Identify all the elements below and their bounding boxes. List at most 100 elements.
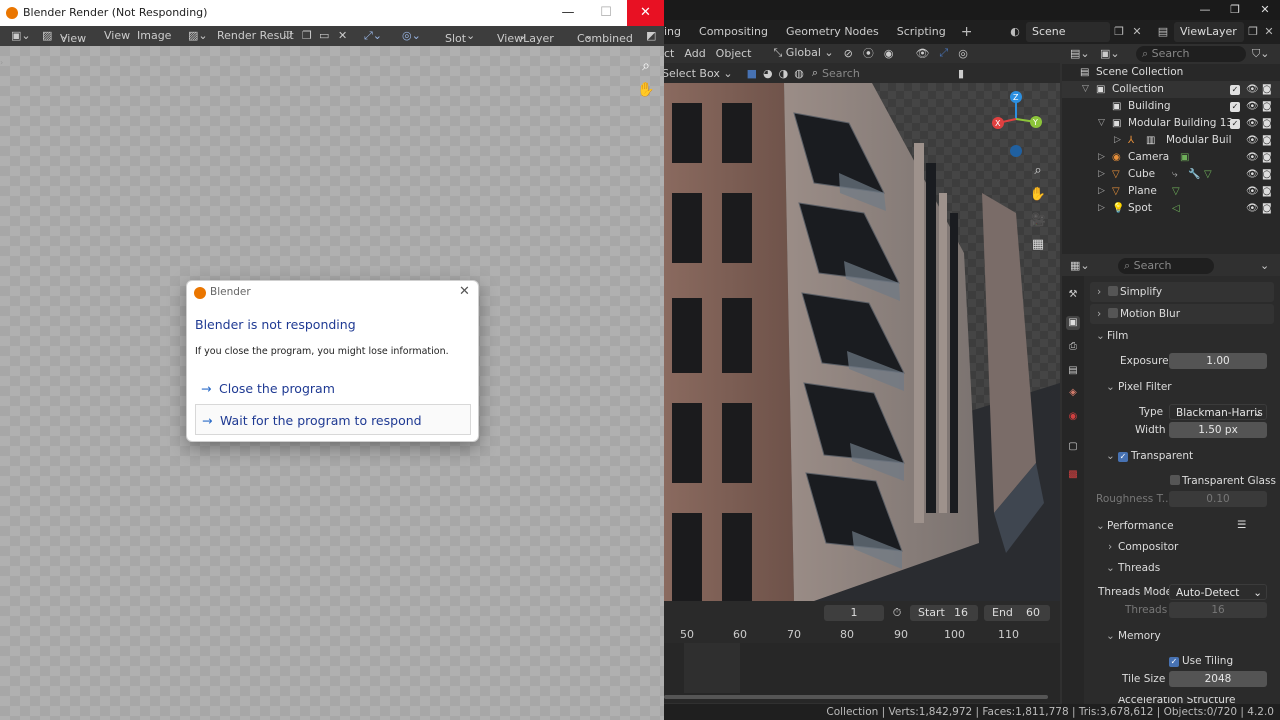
outliner-editor-icon[interactable]: ▤⌄ (1070, 47, 1090, 60)
threads-label[interactable]: Threads (1118, 562, 1160, 574)
chevron-right-icon[interactable]: ▷ (1098, 149, 1105, 166)
list-icon[interactable]: ☰ (1237, 519, 1246, 531)
stopwatch-icon[interactable]: ⏱ (890, 605, 904, 621)
snap-icon[interactable]: ⦿ (863, 45, 874, 61)
view-layer-icon[interactable]: ▤ (1154, 22, 1172, 42)
orientation-dropdown[interactable]: ⤡ Global ⌄ (774, 46, 834, 60)
chevron-down-icon[interactable]: ⌄ (1096, 330, 1105, 342)
open-folder-icon[interactable]: ▭ (319, 29, 329, 42)
view-layer-dropdown[interactable]: ViewLayer ⌄ (497, 29, 554, 45)
timeline-scrollbar[interactable] (664, 695, 1048, 699)
camera-render-icon[interactable]: ◙ (1262, 115, 1272, 132)
proportional-edit-icon[interactable]: ◉ (884, 47, 894, 60)
camera-view-icon[interactable]: 🎥 (1028, 211, 1048, 231)
eye-icon[interactable]: 👁 (1246, 115, 1259, 132)
camera-render-icon[interactable]: ◙ (1262, 149, 1272, 166)
list-item[interactable]: ▽ ▣ Collection ✓ 👁 ◙ (1062, 81, 1280, 98)
shading-rendered-icon[interactable]: ◑ (779, 67, 789, 80)
memory-label[interactable]: Memory (1118, 630, 1161, 642)
wait-program-button[interactable]: → Wait for the program to respond (195, 404, 471, 435)
new-image-icon[interactable]: ❐ (302, 29, 312, 42)
image-browse-icon[interactable]: ▨⌄ (188, 29, 208, 42)
start-frame-field[interactable]: Start 16 (910, 605, 978, 621)
filter-type-dropdown[interactable]: Blackman-Harris ⌄ (1169, 404, 1267, 420)
compositor-label[interactable]: Compositor (1118, 541, 1178, 553)
tile-size-field[interactable]: 2048 (1169, 671, 1267, 687)
properties-editor-icon[interactable]: ▦⌄ (1070, 259, 1090, 272)
checkbox-transparent[interactable]: ✓ (1118, 450, 1128, 462)
tab-scripting[interactable]: Scripting (888, 20, 955, 44)
menu-image[interactable]: Image (137, 29, 171, 42)
menu-view[interactable]: View (104, 29, 130, 42)
outliner-search-input[interactable]: ⌕ Search (1136, 46, 1246, 62)
shading-solid-icon[interactable]: ■ (747, 67, 757, 80)
chevron-down-icon[interactable]: ⌄ (1260, 259, 1269, 272)
scene-selector[interactable]: Scene (1026, 22, 1110, 42)
slot-dropdown[interactable]: Slot 1 ⌄ (445, 29, 475, 58)
zoom-icon[interactable]: ⌕ (1028, 161, 1048, 181)
sidebar-toggle-icon[interactable]: › (0, 58, 3, 67)
fake-user-icon[interactable]: ⛉ (284, 29, 292, 43)
collection-tab-icon[interactable]: ▢ (1066, 440, 1080, 454)
scene-icon[interactable]: ◐ (1006, 22, 1024, 42)
end-frame-field[interactable]: End 60 (984, 605, 1050, 621)
eye-icon[interactable]: 👁 (1246, 81, 1259, 98)
performance-label[interactable]: Performance (1107, 520, 1174, 532)
delete-view-layer-icon[interactable]: ✕ (1260, 22, 1278, 42)
chevron-down-icon[interactable]: ▽ (1082, 81, 1089, 98)
tab-ws-partial[interactable]: ing (664, 20, 690, 44)
render-tab-icon[interactable]: ▣ (1066, 316, 1080, 330)
threads-mode-dropdown[interactable]: Auto-Detect ⌄ (1169, 584, 1267, 600)
pivot-icon[interactable]: ⊘ (844, 47, 853, 60)
unlink-icon[interactable]: ✕ (338, 29, 347, 42)
pass-dropdown[interactable]: Combined ⌄ (577, 29, 633, 45)
chevron-right-icon[interactable]: › (1108, 541, 1112, 553)
list-item[interactable]: ▣ Building ✓ 👁 ◙ (1062, 98, 1280, 115)
zoom-icon[interactable]: ⌕ (636, 56, 656, 76)
image-name-field[interactable]: Render Result (217, 29, 294, 42)
3d-viewport[interactable]: Z Y X ⌕ ✋ 🎥 ▦ (664, 83, 1060, 601)
new-scene-icon[interactable]: ❐ (1110, 22, 1128, 42)
eye-icon[interactable]: 👁 (1246, 132, 1259, 149)
world-tab-icon[interactable]: ◉ (1066, 410, 1080, 424)
view-layer-selector[interactable]: ViewLayer (1174, 22, 1244, 42)
timeline-area[interactable] (664, 643, 1060, 703)
sample-tool-icon[interactable]: ⤢⌄ (364, 29, 382, 43)
camera-render-icon[interactable]: ◙ (1262, 132, 1272, 149)
camera-render-icon[interactable]: ◙ (1262, 81, 1272, 98)
chevron-down-icon[interactable]: ⌄ (1106, 381, 1115, 393)
list-item[interactable]: ▽ ▣ Modular Building 13 ✓ 👁 ◙ (1062, 115, 1280, 132)
list-item[interactable]: ▷ ⅄ ▥ Modular Buil 👁 ◙ (1062, 132, 1280, 149)
filter-icon[interactable]: ⛉⌄ (1252, 47, 1269, 61)
pan-hand-icon[interactable]: ✋ (1028, 185, 1048, 205)
menu-add[interactable]: Add (684, 47, 705, 60)
chevron-down-icon[interactable]: ▽ (1098, 115, 1105, 132)
shading-material-icon[interactable]: ◕ (763, 67, 773, 80)
list-item[interactable]: ▷ ◉ Camera ▣ 👁 ◙ (1062, 149, 1280, 166)
list-item[interactable]: ▷ 💡 Spot ◁ 👁 ◙ (1062, 200, 1280, 217)
eye-icon[interactable]: 👁 (1246, 149, 1259, 166)
close-program-button[interactable]: → Close the program (195, 373, 471, 404)
checkbox-icon[interactable]: ✓ (1230, 81, 1240, 98)
checkbox[interactable] (1108, 286, 1118, 299)
display-channels-icon[interactable]: ◩ (646, 29, 656, 42)
editor-type-icon[interactable]: ▣⌄ (11, 29, 31, 42)
close-icon[interactable]: ✕ (1250, 0, 1280, 20)
pixel-filter-label[interactable]: Pixel Filter (1118, 381, 1172, 393)
shading-wire-icon[interactable]: ◍ (794, 67, 804, 80)
eye-icon[interactable]: 👁 (1246, 183, 1259, 200)
eye-icon[interactable]: 👁 (1246, 98, 1259, 115)
camera-render-icon[interactable]: ◙ (1262, 183, 1272, 200)
viewport-search-input[interactable]: Search (822, 67, 952, 80)
exposure-field[interactable]: 1.00 (1169, 353, 1267, 369)
film-label[interactable]: Film (1107, 330, 1128, 342)
navigation-gizmo[interactable]: Z Y X (990, 89, 1050, 159)
camera-render-icon[interactable]: ◙ (1262, 200, 1272, 217)
minimize-icon[interactable]: — (1190, 0, 1220, 20)
chevron-down-icon[interactable]: ⌄ (1106, 630, 1115, 642)
checkbox-icon[interactable]: ✓ (1230, 115, 1240, 132)
current-frame-field[interactable]: 1 (824, 605, 884, 621)
maximize-icon[interactable]: ❐ (1220, 0, 1250, 20)
chevron-right-icon[interactable]: › (1097, 308, 1101, 320)
tool-tab-icon[interactable]: ⚒ (1066, 288, 1080, 302)
